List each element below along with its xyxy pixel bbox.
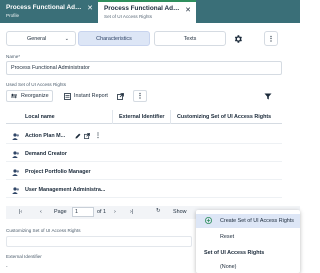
name-label: Name* [6,54,21,59]
reorganize-icon [11,93,17,99]
page-label: Page [54,209,67,215]
edit-icon[interactable] [75,133,81,139]
gear-icon [234,34,242,43]
report-icon [64,92,71,100]
more-button[interactable]: ⋮ [264,31,278,46]
filter-icon [264,93,272,99]
tab-texts[interactable]: Texts [154,31,226,46]
row-more-icon[interactable]: ⋮ [95,132,101,139]
instant-report-label: Instant Report [74,93,108,99]
dropdown-section-header: Set of UI Access Rights [196,249,300,259]
column-local-name[interactable]: Local name [25,114,55,120]
customizing-set-label: Customizing Set of UI Access Rights [6,228,81,233]
close-icon[interactable]: ✕ [185,7,191,14]
user-group-icon [12,133,19,140]
chevron-down-icon: ⌄ [64,36,69,42]
used-set-label: Used Set of UI Access Rights [6,82,66,87]
settings-button[interactable] [231,31,245,46]
column-external-identifier[interactable]: External Identifier [119,114,165,120]
tab-subtitle: Profile [6,13,20,18]
section-label: Set of UI Access Rights [204,250,265,256]
table-row[interactable]: User Management Administra... [6,182,282,198]
general-label: General [27,35,47,42]
reset-menu-item[interactable]: Reset [196,233,300,243]
first-page-icon[interactable]: |‹ [19,209,22,215]
tab-bar: Process Functional Administ... Profile ✕… [0,0,300,23]
instant-report-button[interactable]: Instant Report [64,90,108,102]
page-count-label: of 1 [97,209,106,215]
table-row[interactable]: Action Plan M... ⋮ [6,128,282,144]
tab-title: Process Functional Administ... [6,4,86,11]
tab-title: Process Functional Administ... [104,5,184,12]
list-more-label: ⋮ [133,90,147,102]
external-identifier-label: External Identifier [6,254,42,259]
filter-button[interactable] [264,90,272,102]
reset-label: Reset [220,234,235,240]
tab-profile[interactable]: Process Functional Administ... Profile ✕ [0,0,98,23]
row-name[interactable]: User Management Administra... [25,187,105,193]
table-row[interactable]: Demand Creator [6,146,282,162]
general-dropdown[interactable]: General ⌄ [6,31,76,46]
prev-page-icon[interactable]: ‹ [40,209,42,215]
dropdown-menu: Create Set of UI Access Rights Reset Set… [196,210,300,273]
open-report-button[interactable] [117,90,124,102]
close-icon[interactable]: ✕ [87,5,93,12]
refresh-icon[interactable]: ↻ [156,208,161,214]
tab-set-of-ui-access-rights[interactable]: Process Functional Administ... Set of UI… [98,0,196,23]
external-link-icon [117,92,124,100]
list-more-button[interactable]: ⋮ [133,90,147,102]
last-page-icon[interactable]: ›| [130,209,133,215]
create-set-menu-item[interactable]: Create Set of UI Access Rights [196,214,300,228]
show-label: Show [173,209,187,215]
reorganize-button[interactable]: Reorganize [6,90,53,102]
table-row[interactable]: Project Portfolio Manager [6,164,282,180]
user-group-icon [12,187,19,194]
create-set-label: Create Set of UI Access Rights [220,218,295,224]
external-identifier-value: - [6,264,8,269]
tab-subtitle: Set of UI Access Rights [104,14,152,19]
next-page-icon[interactable]: › [114,209,116,215]
none-menu-item[interactable]: (None) [196,263,300,273]
external-link-icon[interactable] [84,133,90,139]
row-name[interactable]: Action Plan M... [25,133,65,139]
column-divider [112,110,113,124]
add-circle-icon [205,217,212,224]
column-divider [170,110,171,124]
row-name[interactable]: Project Portfolio Manager [25,169,91,175]
user-group-icon [12,169,19,176]
column-customizing-set[interactable]: Customizing Set of UI Access Rights [177,114,271,120]
row-name[interactable]: Demand Creator [25,151,67,157]
table-header: Local name External Identifier Customizi… [6,110,282,124]
name-field[interactable]: Process Functional Administrator [6,61,282,75]
user-group-icon [12,151,19,158]
customizing-set-field[interactable] [6,236,192,247]
none-label: (None) [220,264,237,270]
page-number-input[interactable]: 1 [72,207,94,217]
tab-characteristics[interactable]: Characteristics [78,31,150,46]
reorganize-label: Reorganize [21,93,49,99]
